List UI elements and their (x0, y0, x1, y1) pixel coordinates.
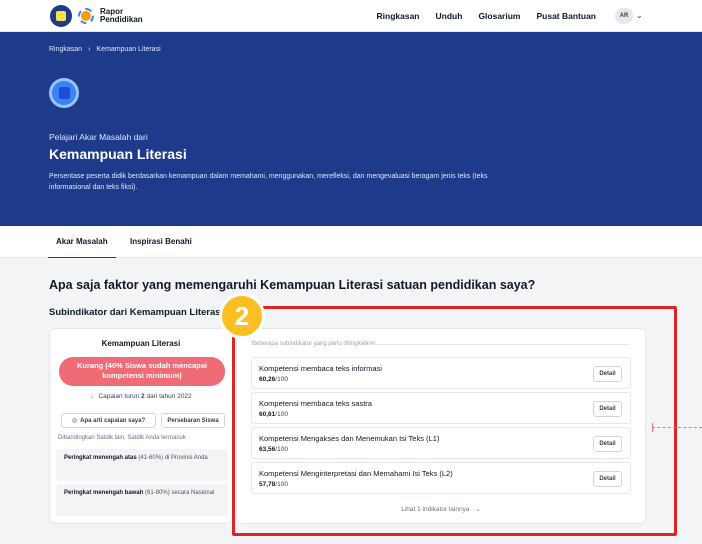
avatar[interactable]: AR (615, 8, 633, 24)
nav-link-unduh[interactable]: Unduh (436, 11, 463, 21)
nav-link-ringkasan[interactable]: Ringkasan (377, 11, 420, 21)
step-marker: 2 (219, 293, 265, 339)
chevron-right-icon: › (88, 46, 91, 53)
hero-banner: Ringkasan › Kemampuan Literasi Pelajari … (0, 32, 702, 226)
top-nav: Rapor Pendidikan Ringkasan Unduh Glosari… (0, 0, 702, 32)
brand-name: Rapor Pendidikan (100, 7, 143, 24)
meaning-button[interactable]: ◎ Apa arti capaian saya? (61, 413, 156, 428)
highlight-box (232, 306, 677, 536)
tab-inspirasi-benahi[interactable]: Inspirasi Benahi (130, 237, 192, 246)
nav-link-pusat-bantuan[interactable]: Pusat Bantuan (536, 11, 596, 21)
nav-link-glosarium[interactable]: Glosarium (478, 11, 520, 21)
trend-text: ↓ Capaian turun 2 dari tahun 2022 (90, 393, 192, 400)
hero-subtitle: Pelajari Akar Masalah dari (49, 132, 148, 142)
breadcrumb-ringkasan[interactable]: Ringkasan (49, 46, 82, 53)
breadcrumb: Ringkasan › Kemampuan Literasi (49, 46, 161, 53)
tut-wuri-logo-icon (50, 5, 72, 27)
nav-links: Ringkasan Unduh Glosarium Pusat Bantuan (377, 0, 596, 32)
rank-national: Peringkat menengah bawah (61-80%) secara… (56, 484, 228, 516)
distribution-button[interactable]: Persebaran Siswa (161, 413, 225, 428)
summary-card-title: Kemampuan Literasi (101, 339, 181, 348)
tab-akar-masalah[interactable]: Akar Masalah (48, 237, 116, 259)
brand-logo[interactable]: Rapor Pendidikan (50, 5, 143, 27)
rank-province: Peringkat menengah atas (41-60%) di Prov… (56, 449, 228, 481)
hero-description: Persentase peserta didik berdasarkan kem… (49, 173, 488, 191)
breadcrumb-current: Kemampuan Literasi (96, 46, 161, 53)
chevron-down-icon[interactable]: ⌄ (636, 11, 643, 20)
compare-note: Dibandingkan Satdik lain, Satdik Anda te… (58, 435, 186, 441)
eye-icon: ◎ (71, 418, 78, 424)
sun-logo-icon (76, 6, 96, 26)
tab-bar: Akar Masalah Inspirasi Benahi (0, 226, 702, 259)
literacy-book-icon (49, 78, 79, 108)
arrow-down-icon: ↓ (90, 393, 94, 400)
page-title: Kemampuan Literasi (49, 146, 187, 162)
section-subheading: Subindikator dari Kemampuan Literasi (49, 307, 224, 318)
status-badge: Kurang (40% Siswa sudah mencapai kompete… (59, 357, 225, 386)
connector-line (652, 427, 702, 428)
summary-card: Kemampuan Literasi Kurang (40% Siswa sud… (49, 328, 233, 524)
section-question: Apa saja faktor yang memengaruhi Kemampu… (49, 278, 536, 292)
